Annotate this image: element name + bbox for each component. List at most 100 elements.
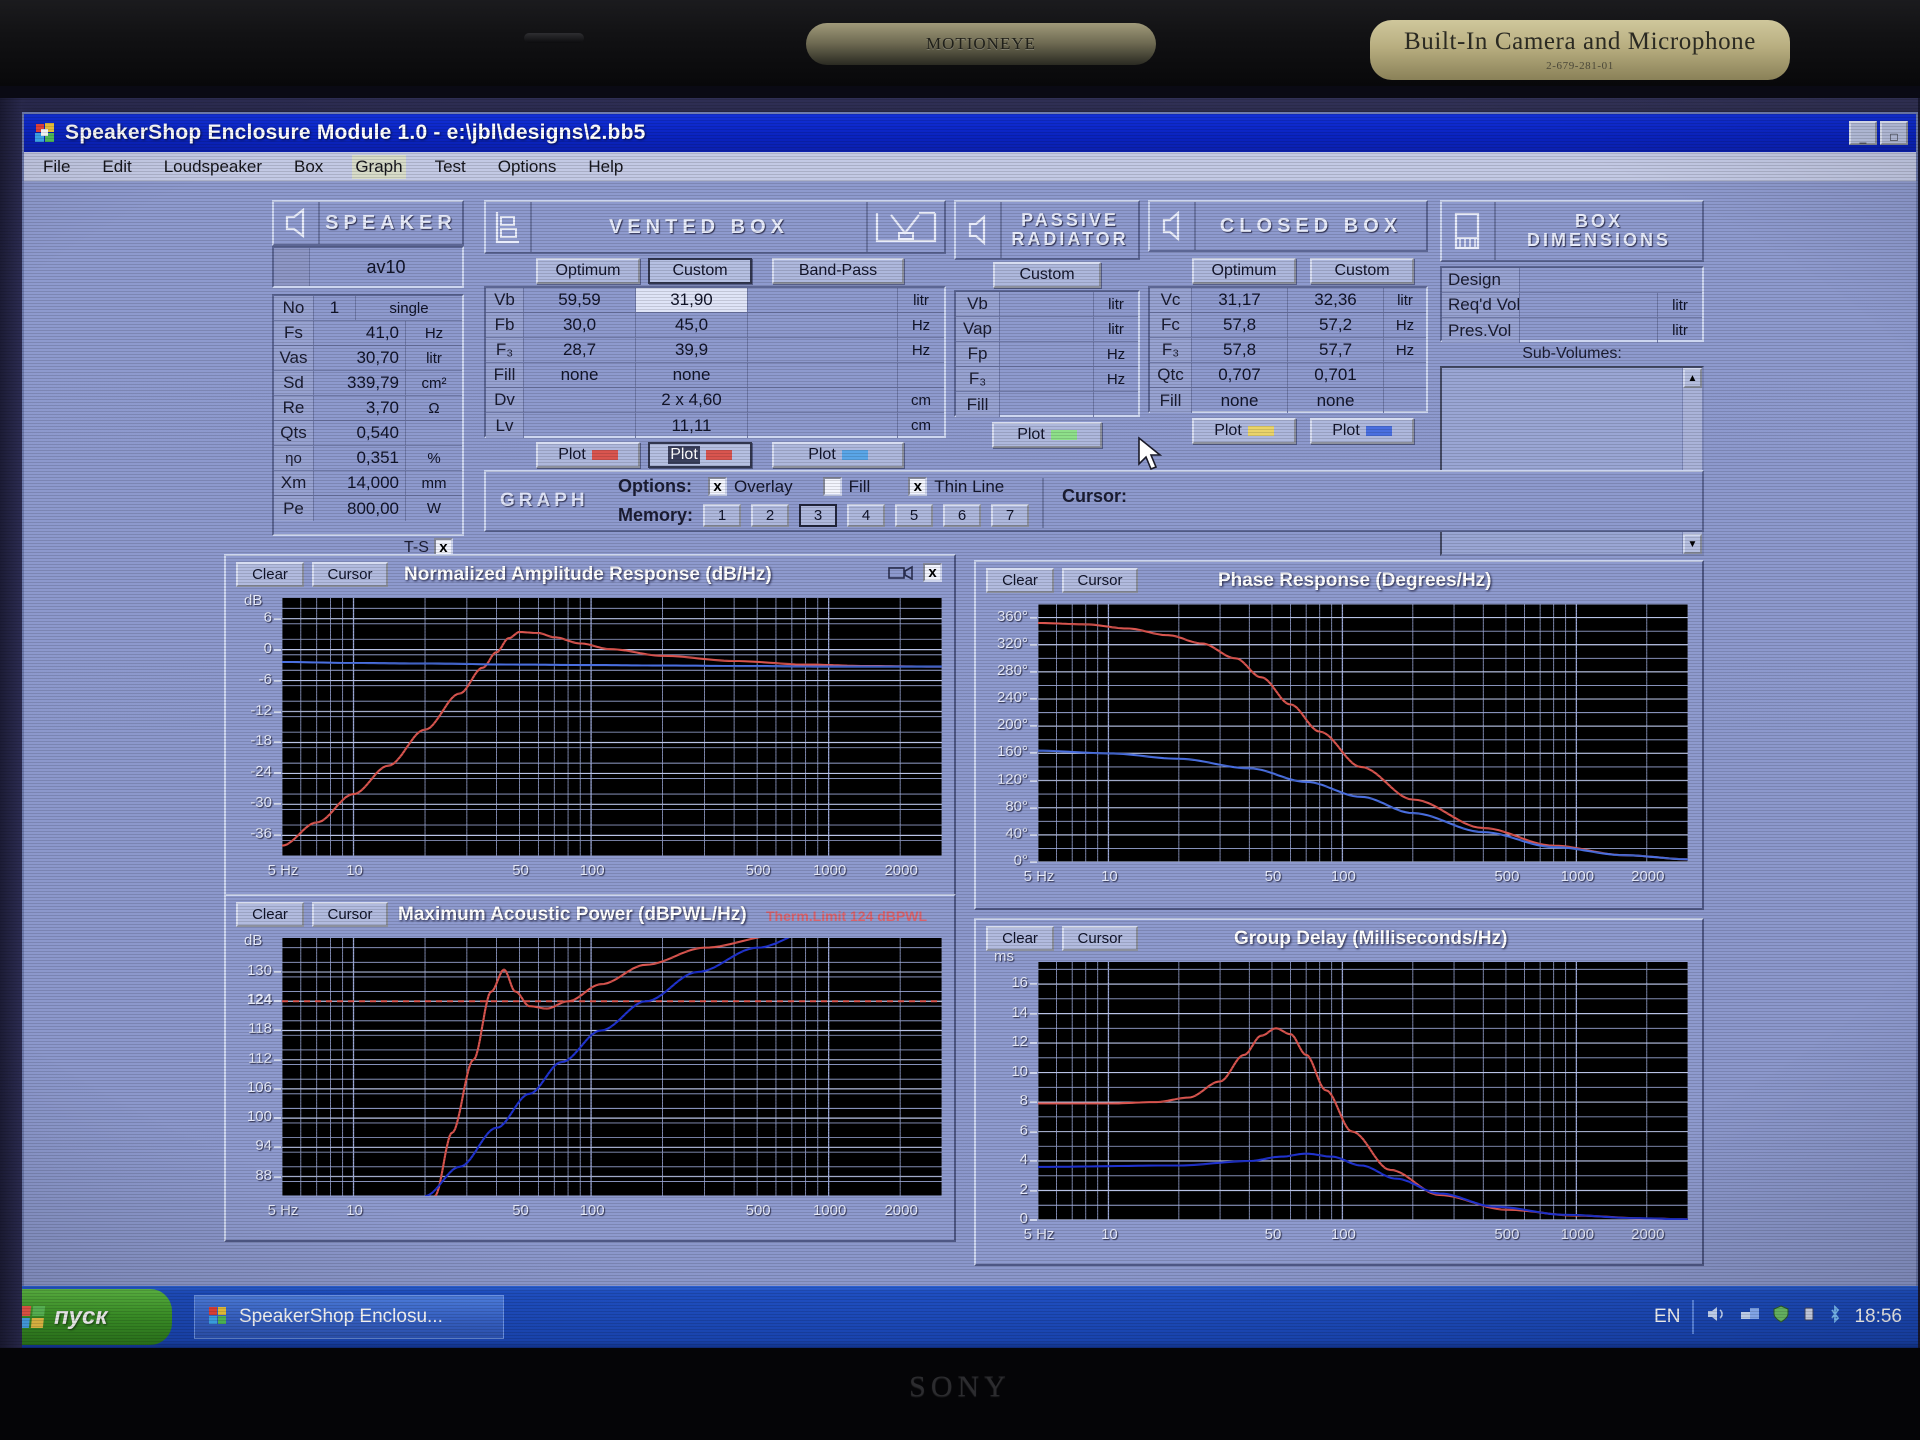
closed-optimum-f3[interactable]: 57,8 [1192,338,1288,363]
vented-plot-optimum-button[interactable]: Plot [536,442,640,468]
phase-cursor-button[interactable]: Cursor [1062,568,1138,593]
clock[interactable]: 18:56 [1854,1306,1902,1328]
thinline-checkbox-group[interactable]: x Thin Line [908,477,1004,497]
overlay-checkbox-group[interactable]: x Overlay [708,477,793,497]
vented-optimum-fb[interactable]: 30,0 [524,313,636,338]
network-icon[interactable] [1739,1305,1761,1329]
param-value-vas[interactable]: 30,70 [314,346,406,371]
amplitude-cursor-button[interactable]: Cursor [312,562,388,587]
boxdim-value-presvol[interactable] [1520,318,1658,343]
delay-cursor-button[interactable]: Cursor [1062,926,1138,951]
closed-optimum-fill[interactable]: none [1192,388,1288,413]
maximize-button[interactable]: □ [1880,121,1908,145]
language-indicator[interactable]: EN [1654,1306,1680,1328]
menu-item-loudspeaker[interactable]: Loudspeaker [161,155,265,179]
param-value-fs[interactable]: 41,0 [314,321,406,346]
memory-slot-3[interactable]: 3 [799,504,838,527]
vented-custom-f3[interactable]: 39,9 [636,338,748,363]
taskbar-item-speakershop[interactable]: SpeakerShop Enclosu... [194,1295,504,1339]
amplitude-plot-area[interactable] [282,598,942,856]
param-value-eta[interactable]: 0,351 [314,446,406,471]
vented-tab-custom[interactable]: Custom [648,258,752,284]
param-value-pe[interactable]: 800,00 [314,496,406,521]
delay-plot-area[interactable] [1038,962,1688,1220]
passive-tab-custom[interactable]: Custom [993,262,1101,288]
vented-custom-dv[interactable]: 2 x 4,60 [636,388,748,413]
param-value-sd[interactable]: 339,79 [314,371,406,396]
scroll-up-arrow[interactable]: ▲ [1683,368,1702,388]
vented-optimum-vb[interactable]: 59,59 [524,288,636,313]
memory-slot-6[interactable]: 6 [943,504,982,527]
vented-tab-bandpass[interactable]: Band-Pass [772,258,904,284]
passive-plot-button[interactable]: Plot [992,422,1102,448]
start-button[interactable]: пуск [2,1289,172,1345]
pr-value-fill[interactable] [1000,392,1094,417]
menu-item-test[interactable]: Test [432,155,469,179]
vented-tab-optimum[interactable]: Optimum [536,258,640,284]
closed-plot-custom-button[interactable]: Plot [1310,418,1414,444]
menu-item-edit[interactable]: Edit [99,155,134,179]
menu-item-graph[interactable]: Graph [352,154,406,179]
param-value-re[interactable]: 3,70 [314,396,406,421]
fill-checkbox-group[interactable]: Fill [822,477,870,497]
thinline-checkbox[interactable]: x [908,477,928,496]
vented-optimum-lv[interactable] [524,413,636,438]
menu-item-help[interactable]: Help [585,155,626,179]
closed-optimum-qtc[interactable]: 0,707 [1192,363,1288,388]
vented-bandpass-dv[interactable] [748,388,898,413]
vented-bandpass-fb[interactable] [748,313,898,338]
menu-item-box[interactable]: Box [291,155,326,179]
vented-custom-vb[interactable]: 31,90 [636,288,748,313]
pr-value-vb[interactable] [1000,292,1094,317]
bluetooth-icon[interactable] [1828,1304,1842,1329]
vented-optimum-dv[interactable] [524,388,636,413]
vented-plot-custom-button[interactable]: Plot [648,442,752,468]
pr-value-f3[interactable] [1000,367,1094,392]
camera-icon[interactable] [888,564,914,581]
scroll-down-arrow[interactable]: ▼ [1683,534,1702,554]
power-clear-button[interactable]: Clear [236,902,304,927]
boxdim-value-design[interactable] [1520,268,1702,293]
vented-optimum-fill[interactable]: none [524,363,636,388]
power-cursor-button[interactable]: Cursor [312,902,388,927]
power-plot-area[interactable] [282,938,942,1196]
minimize-button[interactable]: _ [1849,121,1877,145]
closed-optimum-fc[interactable]: 57,8 [1192,313,1288,338]
vented-bandpass-lv[interactable] [748,413,898,438]
boxdim-value-reqvol[interactable] [1520,293,1658,318]
closed-plot-optimum-button[interactable]: Plot [1192,418,1296,444]
shield-icon[interactable] [1772,1305,1790,1329]
speaker-name[interactable]: av10 [310,248,462,286]
memory-slot-7[interactable]: 7 [991,504,1030,527]
vented-custom-lv[interactable]: 11,11 [636,413,748,438]
param-value-qts[interactable]: 0,540 [314,421,406,446]
vented-bandpass-fill[interactable] [748,363,898,388]
fill-checkbox[interactable] [822,477,842,496]
usb-icon[interactable] [1801,1305,1817,1329]
phase-clear-button[interactable]: Clear [986,568,1054,593]
amplitude-show-checkbox[interactable]: x [923,563,942,582]
closed-tab-optimum[interactable]: Optimum [1192,258,1296,284]
memory-slot-4[interactable]: 4 [847,504,886,527]
phase-plot-area[interactable] [1038,604,1688,862]
closed-custom-vc[interactable]: 32,36 [1288,288,1384,313]
vented-optimum-f3[interactable]: 28,7 [524,338,636,363]
memory-slot-5[interactable]: 5 [895,504,934,527]
vented-custom-fill[interactable]: none [636,363,748,388]
overlay-checkbox[interactable]: x [708,477,727,496]
memory-slot-1[interactable]: 1 [703,504,742,527]
closed-tab-custom[interactable]: Custom [1310,258,1414,284]
menu-item-file[interactable]: File [40,155,73,179]
param-value-no[interactable]: 1 [314,296,356,321]
vented-plot-bandpass-button[interactable]: Plot [772,442,904,468]
vented-bandpass-f3[interactable] [748,338,898,363]
memory-slot-2[interactable]: 2 [751,504,790,527]
closed-custom-fill[interactable]: none [1288,388,1384,413]
closed-optimum-vc[interactable]: 31,17 [1192,288,1288,313]
amplitude-clear-button[interactable]: Clear [236,562,304,587]
vented-bandpass-vb[interactable] [748,288,898,313]
closed-custom-f3[interactable]: 57,7 [1288,338,1384,363]
vented-custom-fb[interactable]: 45,0 [636,313,748,338]
closed-custom-fc[interactable]: 57,2 [1288,313,1384,338]
menu-item-options[interactable]: Options [495,155,560,179]
